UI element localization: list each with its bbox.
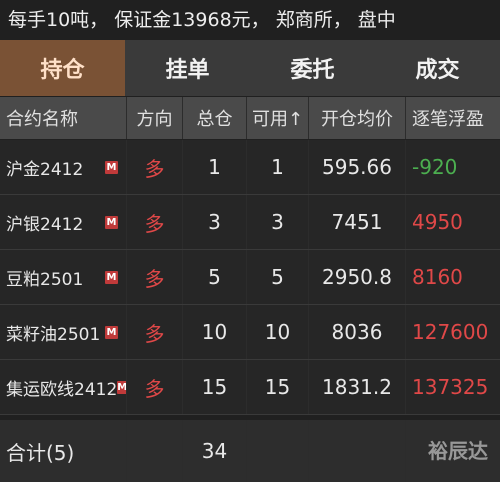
open-avg-price: 7451 bbox=[309, 195, 406, 249]
table-row[interactable]: 集运欧线2412 M 多 15 15 1831.2 137325 bbox=[0, 360, 500, 415]
header-available[interactable]: 可用↑ bbox=[247, 97, 309, 139]
contract-info-bar: 每手10吨， 保证金13968元， 郑商所， 盘中 bbox=[0, 0, 500, 36]
header-contract-name[interactable]: 合约名称 bbox=[0, 97, 127, 139]
floating-pnl: 8160 bbox=[412, 265, 463, 289]
summary-row: 合计(5) 34 bbox=[0, 420, 500, 482]
open-avg-price: 8036 bbox=[309, 305, 406, 359]
direction: 多 bbox=[127, 360, 183, 414]
direction: 多 bbox=[127, 140, 183, 194]
direction: 多 bbox=[127, 195, 183, 249]
floating-pnl: 137325 bbox=[412, 375, 489, 399]
floating-pnl: 4950 bbox=[412, 210, 463, 234]
table-row[interactable]: 沪银2412 M 多 3 3 7451 4950 bbox=[0, 195, 500, 250]
watermark: 裕辰达 bbox=[428, 439, 488, 463]
contract-name: 沪银2412 bbox=[6, 214, 84, 235]
total-position: 1 bbox=[183, 140, 247, 194]
contract-name: 豆粕2501 bbox=[6, 269, 84, 290]
summary-label: 合计(5) bbox=[0, 420, 127, 482]
contract-name: 集运欧线2412 bbox=[6, 379, 118, 400]
contract-name: 沪金2412 bbox=[6, 159, 84, 180]
total-position: 10 bbox=[183, 305, 247, 359]
table-row[interactable]: 豆粕2501 M 多 5 5 2950.8 8160 bbox=[0, 250, 500, 305]
header-direction[interactable]: 方向 bbox=[127, 97, 183, 139]
total-position: 5 bbox=[183, 250, 247, 304]
header-total-position[interactable]: 总仓 bbox=[183, 97, 247, 139]
available-position: 1 bbox=[247, 140, 309, 194]
market-badge-icon: M bbox=[105, 160, 118, 174]
open-avg-price: 2950.8 bbox=[309, 250, 406, 304]
header-open-avg-price[interactable]: 开仓均价 bbox=[309, 97, 406, 139]
available-position: 5 bbox=[247, 250, 309, 304]
market-badge-icon: M bbox=[105, 270, 118, 284]
tab-trades[interactable]: 成交 bbox=[375, 40, 500, 96]
header-floating-pnl[interactable]: 逐笔浮盈 bbox=[406, 97, 500, 139]
market-badge-icon: M bbox=[117, 380, 127, 394]
market-badge-icon: M bbox=[105, 215, 118, 229]
table-row[interactable]: 菜籽油2501 M 多 10 10 8036 127600 bbox=[0, 305, 500, 360]
tab-positions[interactable]: 持仓 bbox=[0, 40, 125, 96]
market-badge-icon: M bbox=[105, 325, 118, 339]
total-position: 15 bbox=[183, 360, 247, 414]
total-position: 3 bbox=[183, 195, 247, 249]
open-avg-price: 1831.2 bbox=[309, 360, 406, 414]
open-avg-price: 595.66 bbox=[309, 140, 406, 194]
tab-pending-orders[interactable]: 挂单 bbox=[125, 40, 250, 96]
direction: 多 bbox=[127, 305, 183, 359]
table-header: 合约名称 方向 总仓 可用↑ 开仓均价 逐笔浮盈 bbox=[0, 97, 500, 139]
table-row[interactable]: 沪金2412 M 多 1 1 595.66 -920 bbox=[0, 140, 500, 195]
floating-pnl: 127600 bbox=[412, 320, 489, 344]
available-position: 15 bbox=[247, 360, 309, 414]
available-position: 10 bbox=[247, 305, 309, 359]
floating-pnl: -920 bbox=[412, 155, 458, 179]
summary-total-position: 34 bbox=[183, 420, 247, 482]
tab-bar: 持仓 挂单 委托 成交 bbox=[0, 40, 500, 96]
contract-name: 菜籽油2501 bbox=[6, 324, 101, 345]
available-position: 3 bbox=[247, 195, 309, 249]
direction: 多 bbox=[127, 250, 183, 304]
tab-entrusts[interactable]: 委托 bbox=[250, 40, 375, 96]
